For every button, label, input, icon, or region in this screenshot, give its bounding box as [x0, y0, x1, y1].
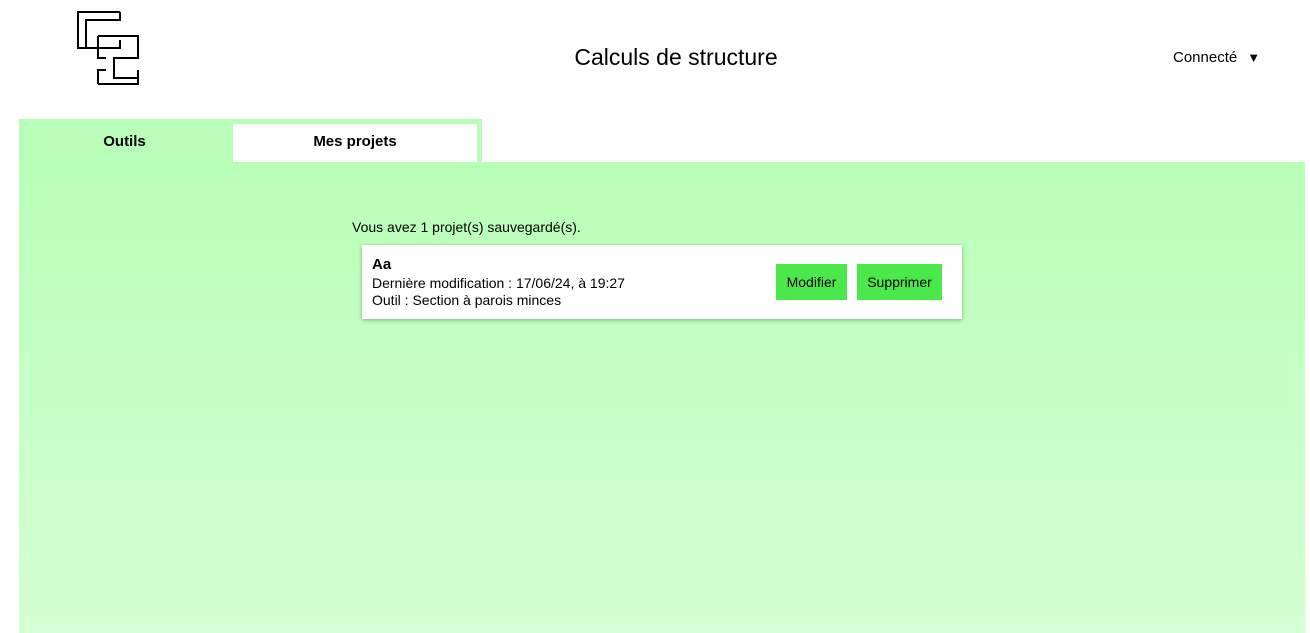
tab-outils[interactable]: Outils — [19, 119, 230, 162]
app-header: Calculs de structure Connecté ▼ — [0, 0, 1310, 118]
project-name: Aa — [372, 256, 392, 273]
caret-down-icon: ▼ — [1247, 50, 1261, 65]
user-menu-dropdown[interactable]: Connecté ▼ — [1173, 48, 1260, 68]
tab-mes-projets[interactable]: Mes projets — [233, 124, 477, 162]
project-card: Aa Dernière modification : 17/06/24, à 1… — [362, 245, 962, 319]
project-last-modified: Dernière modification : 17/06/24, à 19:2… — [372, 275, 625, 291]
user-menu-label: Connecté — [1173, 49, 1238, 66]
project-tool: Outil : Section à parois minces — [372, 292, 562, 308]
delete-project-button[interactable]: Supprimer — [857, 264, 942, 300]
main-content: Vous avez 1 projet(s) sauvegardé(s). Aa … — [19, 162, 1305, 633]
tabs-bar: Outils Mes projets — [19, 119, 482, 162]
project-count-text: Vous avez 1 projet(s) sauvegardé(s). — [352, 219, 581, 235]
edit-project-button[interactable]: Modifier — [776, 264, 847, 300]
page-title: Calculs de structure — [574, 44, 778, 70]
